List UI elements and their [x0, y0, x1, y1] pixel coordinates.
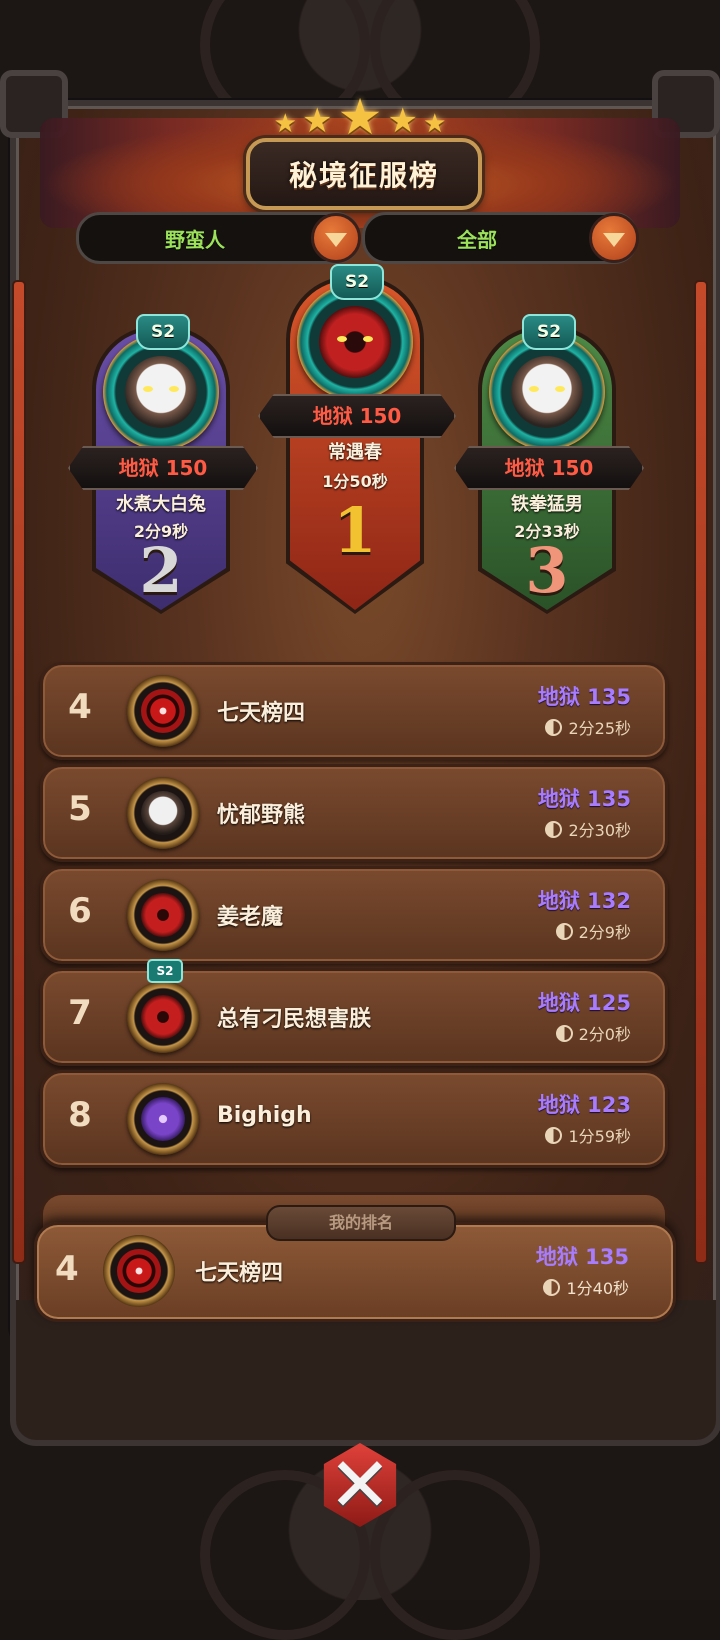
close-icon: ✕ [328, 1440, 392, 1529]
podium-rank-number: 2 [139, 534, 183, 607]
row-name: 姜老魔 [217, 905, 284, 930]
podium-name: 水煮大白兔 [116, 494, 206, 515]
avatar [127, 981, 199, 1053]
list-item[interactable]: 5 忧郁野熊 地狱 135 2分30秒 [40, 764, 668, 862]
row-time: 2分0秒 [555, 1021, 631, 1045]
clock-icon [545, 1127, 563, 1144]
title-plate: 秘境征服榜 [246, 138, 482, 210]
clock-icon [543, 1279, 561, 1296]
my-rank-time: 1分40秒 [543, 1275, 629, 1299]
podium-rank-number: 1 [333, 494, 377, 567]
target-avatar [117, 1249, 161, 1293]
clock-icon [555, 1025, 573, 1042]
avatar [127, 675, 199, 747]
dropdown-arrow-icon [603, 233, 625, 247]
star-icon: ★ [302, 101, 333, 141]
demon-avatar [141, 893, 185, 937]
row-score: 地狱 125 [537, 991, 631, 1015]
sheep-avatar [125, 356, 197, 428]
class-filter-value: 野蛮人 [165, 227, 225, 252]
side-rail-right [694, 280, 708, 1264]
class-filter-dropdown[interactable]: 野蛮人 [76, 212, 361, 264]
podium-score: 地狱 150 [454, 446, 644, 490]
my-rank-tag: 我的排名 [266, 1205, 456, 1241]
row-score: 地狱 123 [537, 1093, 631, 1117]
close-button[interactable]: ✕ [300, 1425, 420, 1545]
scope-filter-dropdown[interactable]: 全部 [362, 212, 639, 264]
row-name: Bighigh [217, 1103, 312, 1128]
target-avatar [141, 689, 185, 733]
season-badge: S2 [330, 264, 384, 300]
row-rank: 5 [68, 789, 92, 829]
podium-name: 铁拳猛男 [511, 494, 583, 515]
row-name: 总有刁民想害朕 [217, 1007, 372, 1032]
list-item[interactable]: 4 七天榜四 地狱 135 2分25秒 [40, 662, 668, 760]
row-score: 地狱 132 [537, 889, 631, 913]
avatar [127, 1083, 199, 1155]
podium-score: 地狱 150 [68, 446, 258, 490]
demon-avatar [141, 995, 185, 1039]
star-icon: ★ [423, 109, 447, 139]
side-rail-left [12, 280, 26, 1264]
season-badge: S2 [136, 314, 190, 350]
my-rank-name: 七天榜四 [195, 1261, 284, 1286]
podium-rank-1[interactable]: S2 地狱 150 常遇春 1分50秒 1 [258, 264, 456, 614]
row-score: 地狱 135 [537, 787, 631, 811]
clock-icon [555, 923, 573, 940]
clock-icon [545, 719, 563, 736]
row-rank: 4 [68, 687, 92, 727]
podium-score: 地狱 150 [258, 394, 456, 438]
my-rank-score: 地狱 135 [535, 1245, 629, 1269]
sheep-avatar [141, 791, 185, 835]
class-filter-toggle[interactable] [311, 213, 361, 263]
row-name: 七天榜四 [217, 701, 306, 726]
row-time: 2分9秒 [555, 919, 631, 943]
rating-stars: ★ ★ ★ ★ ★ [0, 86, 720, 146]
row-rank: 7 [68, 993, 92, 1033]
podium-rank-2[interactable]: S2 地狱 150 水煮大白兔 2分9秒 2 [68, 314, 258, 614]
avatar [127, 879, 199, 951]
scope-filter-value: 全部 [457, 227, 497, 252]
row-rank: 6 [68, 891, 92, 931]
podium-rank-number: 3 [525, 534, 569, 607]
list-item[interactable]: 8 Bighigh 地狱 123 1分59秒 [40, 1070, 668, 1168]
avatar [103, 1235, 175, 1307]
row-time: 1分59秒 [545, 1123, 631, 1147]
season-badge: S2 [147, 959, 183, 983]
demon-avatar [319, 306, 391, 378]
avatar [489, 334, 605, 450]
avatar [297, 284, 413, 400]
season-badge: S2 [522, 314, 576, 350]
my-rank-number: 4 [55, 1249, 79, 1289]
row-rank: 8 [68, 1095, 92, 1135]
star-icon: ★ [387, 101, 418, 141]
avatar [103, 334, 219, 450]
page-title: 秘境征服榜 [288, 159, 439, 192]
avatar [127, 777, 199, 849]
row-time: 2分25秒 [545, 715, 631, 739]
scope-filter-toggle[interactable] [589, 213, 639, 263]
row-time: 2分30秒 [545, 817, 631, 841]
podium-time: 1分50秒 [322, 472, 388, 491]
list-item[interactable]: 7 S2 总有刁民想害朕 地狱 125 2分0秒 [40, 959, 668, 1066]
podium-rank-3[interactable]: S2 地狱 150 铁拳猛男 2分33秒 3 [454, 314, 644, 614]
podium-name: 常遇春 [328, 442, 382, 463]
star-icon: ★ [273, 109, 297, 139]
dropdown-arrow-icon [325, 233, 347, 247]
list-item[interactable]: 6 姜老魔 地狱 132 2分9秒 [40, 866, 668, 964]
row-name: 忧郁野熊 [217, 803, 306, 828]
sheep-avatar [511, 356, 583, 428]
row-score: 地狱 135 [537, 685, 631, 709]
clock-icon [545, 821, 563, 838]
wizard-avatar [141, 1097, 185, 1141]
